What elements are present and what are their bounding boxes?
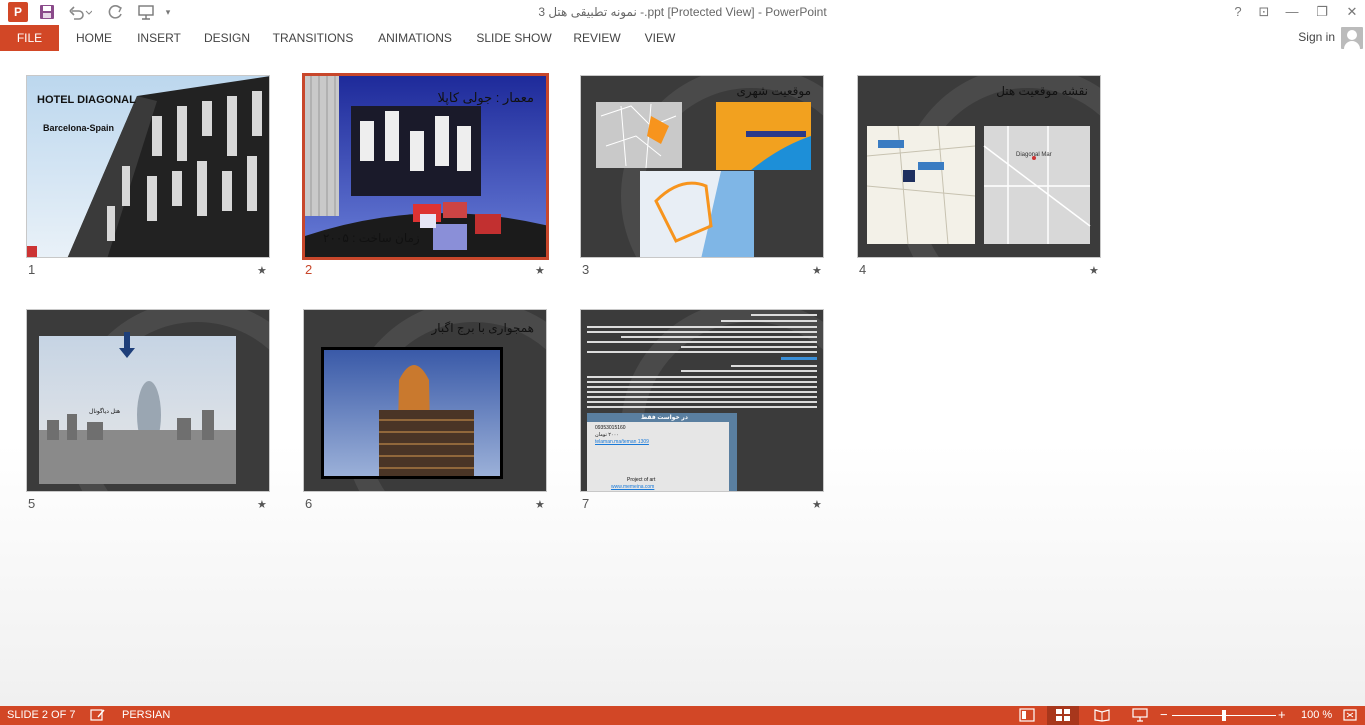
tab-design[interactable]: DESIGN	[200, 25, 254, 51]
animation-star-icon: ★	[257, 265, 267, 277]
city-maps-image	[596, 102, 811, 257]
slide-7-text-lines	[587, 314, 817, 491]
slide-thumbnail-5[interactable]: هتل دیاگونال	[26, 309, 270, 492]
tab-review[interactable]: REVIEW	[570, 25, 624, 51]
tab-slide-show[interactable]: SLIDE SHOW	[474, 25, 554, 51]
tab-insert[interactable]: INSERT	[134, 25, 184, 51]
tab-file[interactable]: FILE	[0, 25, 59, 51]
slide-7-row-4: Project of art	[627, 477, 656, 483]
notes-icon[interactable]	[90, 708, 106, 725]
animation-star-icon: ★	[812, 265, 822, 277]
slide-number-2: 2	[305, 262, 313, 277]
slide-2-subtitle: زمان ساخت : ۲۰۰۵	[323, 231, 420, 245]
help-button[interactable]: ?	[1226, 3, 1250, 21]
animation-star-icon: ★	[535, 499, 545, 511]
slide-number-7: 7	[582, 496, 590, 511]
fit-slide-icon[interactable]	[1343, 708, 1357, 725]
slide-7-table-header: در خواست فقط	[641, 415, 688, 421]
title-bar: P ▾ نمونه تطبیقی هتل 3 -.ppt [Protected …	[0, 0, 1365, 24]
normal-view-icon[interactable]	[1019, 708, 1035, 725]
sign-in-link[interactable]: Sign in	[1298, 30, 1335, 44]
slide-1-title: HOTEL DIAGONAL	[37, 94, 136, 106]
ribbon-display-options-button[interactable]: ⊡	[1252, 3, 1276, 21]
animation-star-icon: ★	[812, 499, 822, 511]
slide-4-map-label: Diagonal Mar	[1016, 152, 1052, 158]
ribbon-tabs: FILE HOME INSERT DESIGN TRANSITIONS ANIM…	[0, 25, 1365, 51]
slide-thumbnail-4[interactable]: نقشه موقعیت هتل Diagonal Mar	[857, 75, 1101, 258]
minimize-button[interactable]: —	[1280, 3, 1304, 21]
slide-show-view-icon[interactable]	[1132, 708, 1148, 725]
slide-sorter-view-icon[interactable]	[1047, 706, 1079, 725]
animation-star-icon: ★	[257, 499, 267, 511]
user-avatar-icon[interactable]	[1341, 27, 1363, 49]
slide-5-caption: هتل دیاگونال	[89, 409, 121, 415]
slide-7-row-5: www.memeina.com	[611, 484, 655, 490]
city-skyline-photo	[39, 332, 236, 484]
close-button[interactable]: ✕	[1340, 3, 1364, 21]
zoom-in-icon[interactable]: +	[1278, 707, 1286, 722]
zoom-slider-thumb[interactable]	[1222, 710, 1226, 721]
status-bar: SLIDE 2 OF 7 PERSIAN − + 100 %	[0, 706, 1365, 725]
tab-view[interactable]: VIEW	[640, 25, 680, 51]
slide-7-row-3: telaman.ma/teman 1309	[595, 439, 649, 445]
slide-7-row-1: 09353015160	[595, 425, 626, 431]
slide-2-title: معمار : جولی کاپلا	[437, 90, 534, 105]
slide-thumbnail-1[interactable]: HOTEL DIAGONAL Barcelona-Spain	[26, 75, 270, 258]
tab-transitions[interactable]: TRANSITIONS	[270, 25, 356, 51]
hotel-location-maps	[866, 125, 1091, 245]
slide-thumbnail-3[interactable]: موقعیت شهری	[580, 75, 824, 258]
slide-number-5: 5	[28, 496, 36, 511]
slide-number-6: 6	[305, 496, 313, 511]
slide-indicator: SLIDE 2 OF 7	[7, 709, 76, 721]
window-title: نمونه تطبیقی هتل 3 -.ppt [Protected View…	[538, 5, 827, 19]
zoom-level[interactable]: 100 %	[1301, 709, 1332, 721]
slide-7-row-2: ۲۰۰۰ تومان	[595, 432, 619, 438]
zoom-out-icon[interactable]: −	[1160, 707, 1168, 722]
slide-number-1: 1	[28, 262, 36, 277]
slide-number-4: 4	[859, 262, 867, 277]
slide-thumbnail-6[interactable]: همجواری با برج اگبار	[303, 309, 547, 492]
language-indicator[interactable]: PERSIAN	[122, 709, 170, 721]
slide-number-3: 3	[582, 262, 590, 277]
slide-thumbnail-2[interactable]: معمار : جولی کاپلا زمان ساخت : ۲۰۰۵	[302, 73, 549, 260]
tab-animations[interactable]: ANIMATIONS	[372, 25, 458, 51]
reading-view-icon[interactable]	[1094, 708, 1110, 725]
restore-button[interactable]: ❐	[1310, 3, 1334, 21]
animation-star-icon: ★	[535, 265, 545, 277]
slide-1-subtitle: Barcelona-Spain	[43, 123, 115, 133]
tab-home[interactable]: HOME	[70, 25, 118, 51]
slide-thumbnail-7[interactable]: در خواست فقط 09353015160 ۲۰۰۰ تومان tela…	[580, 309, 824, 492]
animation-star-icon: ★	[1089, 265, 1099, 277]
agbar-tower-photo	[321, 347, 503, 479]
